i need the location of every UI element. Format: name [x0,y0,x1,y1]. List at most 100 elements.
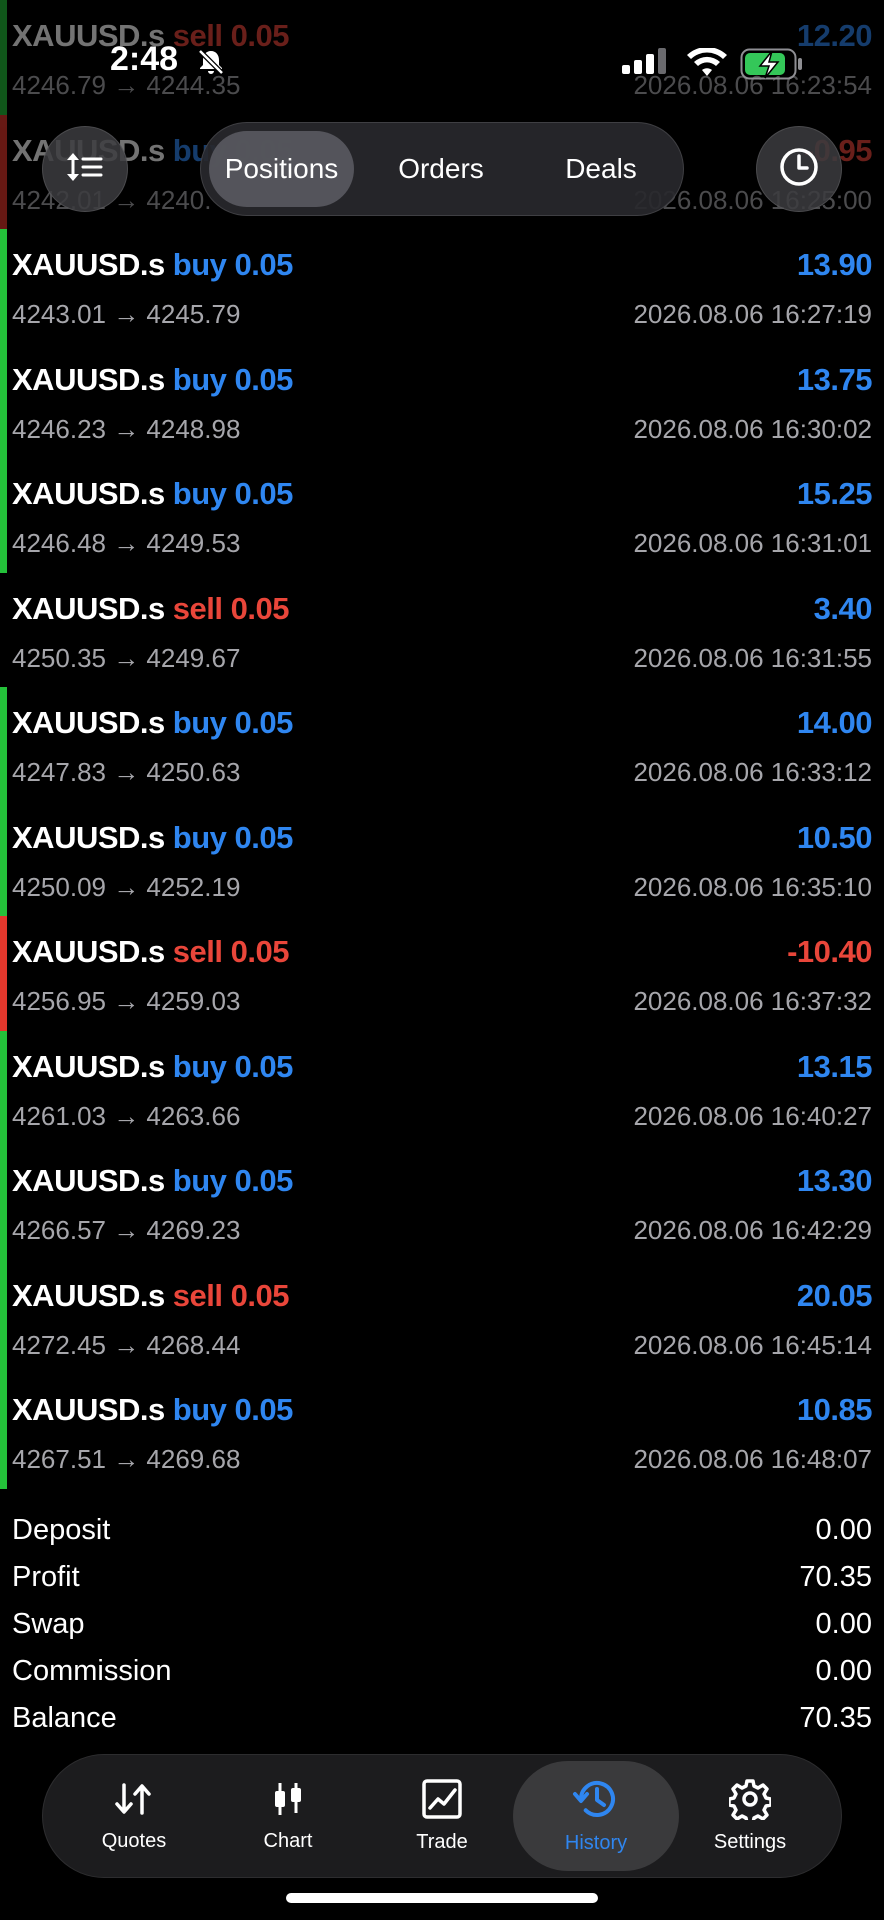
summary-label: Profit [12,1561,80,1593]
trade-volume: 0.05 [234,819,294,855]
trade-prices: 4267.51 → 4269.68 [12,1444,241,1474]
trade-prices: 4261.03 → 4263.66 [12,1100,241,1131]
trade-direction: sell 0.05 [172,934,290,969]
trade-row[interactable]: XAUUSD.s buy 0.05 4246.23 → 4248.98 13.75 20… [0,343,884,458]
trade-direction: buy 0.05 [172,1392,294,1427]
profit-indicator-bar [0,1030,7,1145]
sort-button[interactable] [42,126,128,212]
trade-title: XAUUSD.sbuy 0.05 [12,820,293,856]
trade-side: buy [172,1163,227,1198]
trade-profit: 14.00 [796,705,873,740]
trade-time: 2026.08.06 16:45:14 [633,1329,872,1360]
candlestick-icon [268,1779,308,1824]
trade-time: 2026.08.06 16:37:32 [633,986,872,1016]
trade-row[interactable]: XAUUSD.s buy 0.05 4243.01 → 4245.79 13.90 20… [0,229,884,344]
tab-label: History [564,1832,628,1854]
trade-row[interactable]: XAUUSD.s sell 0.05 4272.45 → 4268.44 20.05 2… [0,1259,884,1374]
battery-charging-icon [740,48,804,85]
trade-profit: 13.15 [796,1048,873,1084]
segment-deals[interactable]: Deals [526,131,676,207]
trade-volume: 0.05 [234,1163,294,1198]
trade-time: 2026.08.06 16:27:19 [633,299,872,329]
trade-time: 2026.08.06 16:42:29 [633,1215,872,1245]
bell-muted-icon [196,47,226,82]
trade-direction: buy 0.05 [173,247,294,282]
summary-commission: Commission 0.00 [0,1649,884,1696]
profit-indicator-bar [0,1374,7,1489]
profit-indicator-bar [0,916,7,1031]
summary-label: Deposit [12,1514,111,1546]
trade-side: buy [172,1392,227,1427]
summary-deposit: Deposit 0.00 [0,1508,884,1555]
summary-swap: Swap 0.00 [0,1602,884,1649]
segment-positions[interactable]: Positions [209,131,354,207]
trade-title: XAUUSD.sbuy 0.05 [12,1392,293,1428]
trade-prices: 4272.45 → 4268.44 [12,1329,241,1360]
trade-volume: 0.05 [234,1392,294,1427]
trade-symbol: XAUUSD.s [12,476,165,511]
trade-row[interactable]: XAUUSD.s buy 0.05 4266.57 → 4269.23 13.30 20… [0,1145,884,1260]
tab-label: Settings [713,1831,787,1853]
trade-side: sell [172,1277,223,1313]
trade-history-list[interactable]: XAUUSD.s sell 0.05 4246.79 → 4244.35 12.20 2… [0,0,884,1489]
trade-title: XAUUSD.s sell 0.05 [12,591,289,627]
tab-quotes[interactable]: Quotes [51,1761,217,1871]
summary-value: 0.00 [815,1514,872,1546]
trade-side: sell [172,934,223,969]
trade-time: 2026.08.06 16:48:07 [633,1444,872,1474]
trade-symbol: XAUUSD.s [12,1392,165,1427]
tab-settings[interactable]: Settings [667,1761,833,1871]
tab-history[interactable]: History [513,1761,679,1871]
trade-symbol: XAUUSD.s [12,590,165,626]
summary-label: Swap [12,1608,85,1640]
trade-title: XAUUSD.sbuy 0.05 [12,1049,293,1085]
trade-direction: buy 0.05 [173,819,294,855]
trade-prices: 4266.57 → 4269.23 [12,1215,241,1245]
trade-profit: 20.05 [796,1277,873,1313]
tab-chart[interactable]: Chart [205,1761,371,1871]
trade-title: XAUUSD.sbuy 0.05 [12,247,293,283]
trade-row[interactable]: XAUUSD.s buy 0.05 4246.48 → 4249.53 15.25 20… [0,458,884,573]
trade-prices: 4246.23 → 4248.98 [12,413,241,444]
tab-label: Quotes [101,1830,167,1852]
profit-indicator-bar [0,1259,7,1374]
view-segmented-control[interactable]: Positions Orders Deals [200,122,684,216]
trade-prices: 4247.83 → 4250.63 [12,757,241,787]
trade-time: 2026.08.06 16:35:10 [633,871,872,902]
trade-symbol: XAUUSD.s [12,247,165,282]
profit-indicator-bar [0,801,7,916]
history-clock-icon [572,1777,620,1826]
profit-indicator-bar [0,458,7,573]
trade-title: XAUUSD.sbuy 0.05 [12,1163,293,1199]
trade-volume: 0.05 [234,476,294,511]
trade-profit: 15.25 [796,476,873,511]
trade-prices: 4250.35 → 4249.67 [12,642,241,673]
trade-volume: 0.05 [234,247,294,282]
trade-direction: sell 0.05 [173,591,290,626]
trade-row[interactable]: XAUUSD.s sell 0.05 4256.95 → 4259.03 -10.40… [0,916,884,1031]
trade-row[interactable]: XAUUSD.s buy 0.05 4250.09 → 4252.19 10.50 20… [0,801,884,916]
trade-side: buy [172,1048,227,1084]
status-time: 2:48 [110,40,179,78]
trade-symbol: XAUUSD.s [12,819,165,855]
trade-row[interactable]: XAUUSD.s sell 0.05 4250.35 → 4249.67 3.40 20… [0,573,884,688]
trade-direction: buy 0.05 [173,705,294,740]
trade-side: buy [172,476,227,511]
trade-direction: buy 0.05 [173,361,294,397]
trade-profit: 13.75 [796,361,873,397]
profit-indicator-bar [0,229,7,344]
segment-orders[interactable]: Orders [366,131,516,207]
trade-symbol: XAUUSD.s [12,1048,165,1084]
trade-row[interactable]: XAUUSD.s buy 0.05 4247.83 → 4250.63 14.00 20… [0,687,884,802]
summary-label: Commission [12,1655,172,1687]
trade-time: 2026.08.06 16:30:02 [633,413,872,444]
trade-volume: 0.05 [234,361,294,397]
trade-symbol: XAUUSD.s [12,934,165,969]
trade-row[interactable]: XAUUSD.s buy 0.05 4267.51 → 4269.68 10.85 20… [0,1374,884,1489]
tab-trade[interactable]: Trade [359,1761,525,1871]
trade-row[interactable]: XAUUSD.s buy 0.05 4261.03 → 4263.66 13.15 20… [0,1030,884,1145]
trade-profit: 10.85 [796,1392,873,1427]
trade-time: 2026.08.06 16:40:27 [633,1100,872,1131]
history-period-button[interactable] [756,126,842,212]
trade-volume: 0.05 [230,1277,290,1313]
